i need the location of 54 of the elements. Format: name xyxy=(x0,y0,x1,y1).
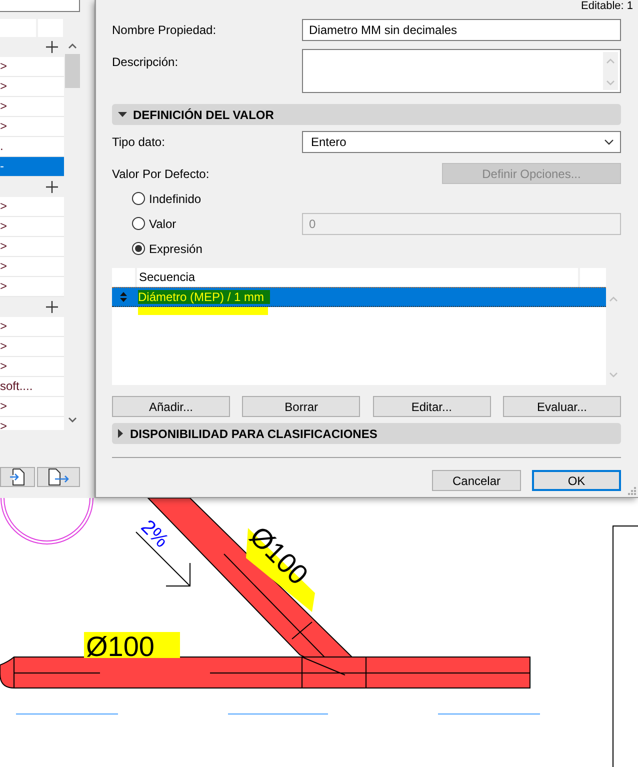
list-item[interactable]: > xyxy=(0,217,64,237)
scroll-up-icon[interactable] xyxy=(68,43,77,49)
radio-button[interactable] xyxy=(132,217,145,230)
file-export-icon xyxy=(48,468,70,486)
add-icon[interactable] xyxy=(46,301,58,313)
file-import-icon xyxy=(10,468,26,486)
field-label: Descripción: xyxy=(112,54,180,71)
radio-label[interactable]: Expresión xyxy=(149,240,202,258)
reorder-icon[interactable] xyxy=(120,292,127,302)
action-button[interactable]: Borrar xyxy=(242,396,360,417)
add-icon[interactable] xyxy=(46,41,58,53)
field-label: Valor Por Defecto: xyxy=(112,166,210,182)
field-label: Nombre Propiedad: xyxy=(112,22,218,39)
editable-label: Editable: 1 xyxy=(580,0,633,12)
list-item[interactable]: > xyxy=(0,357,64,377)
type-select[interactable]: Entero xyxy=(302,131,621,153)
action-button[interactable]: Evaluar... xyxy=(502,396,621,417)
radio-label[interactable]: Indefinido xyxy=(149,190,202,208)
export-button[interactable] xyxy=(37,467,80,487)
table-row[interactable]: Diámetro (MEP) / 1 mm xyxy=(112,287,606,307)
collapse-icon xyxy=(118,112,127,118)
radio-button[interactable] xyxy=(132,192,145,205)
section-header[interactable]: DEFINICIÓN DEL VALOR xyxy=(112,104,621,125)
slope-label: 2% xyxy=(136,516,172,552)
scroll-down-icon[interactable] xyxy=(68,417,77,423)
list-item[interactable]: > xyxy=(0,257,64,277)
ok-button[interactable]: OK xyxy=(532,470,621,491)
add-icon[interactable] xyxy=(46,181,58,193)
list-item[interactable]: > xyxy=(0,77,64,97)
list-item[interactable]: > xyxy=(0,197,64,217)
name-field[interactable]: Diametro MM sin decimales xyxy=(302,19,621,41)
list-item[interactable]: - xyxy=(0,157,64,177)
expand-icon xyxy=(118,429,124,438)
search-field[interactable] xyxy=(0,0,80,12)
radio-button[interactable] xyxy=(132,242,145,255)
scroll-thumb[interactable] xyxy=(65,54,80,88)
field-label: Tipo dato: xyxy=(112,134,166,151)
cancel-button[interactable]: Cancelar xyxy=(432,470,521,491)
dropdown-icon xyxy=(604,139,614,145)
action-button[interactable]: Añadir... xyxy=(112,396,230,417)
action-button[interactable]: Editar... xyxy=(372,396,491,417)
import-button[interactable] xyxy=(0,467,35,487)
list-item[interactable]: > xyxy=(0,117,64,137)
list-item[interactable]: > xyxy=(0,97,64,117)
section-header[interactable]: DISPONIBILIDAD PARA CLASIFICACIONES xyxy=(112,423,621,444)
list-item[interactable]: > xyxy=(0,397,64,417)
list-item[interactable]: soft.... xyxy=(0,377,64,397)
list-item[interactable]: > xyxy=(0,57,64,77)
resize-grip-icon[interactable] xyxy=(628,487,636,495)
list-item[interactable]: > xyxy=(0,317,64,337)
list-item[interactable]: > xyxy=(0,337,64,357)
list-item[interactable]: > xyxy=(0,417,64,430)
list-item[interactable]: > xyxy=(0,237,64,257)
radio-label[interactable]: Valor xyxy=(149,214,176,232)
